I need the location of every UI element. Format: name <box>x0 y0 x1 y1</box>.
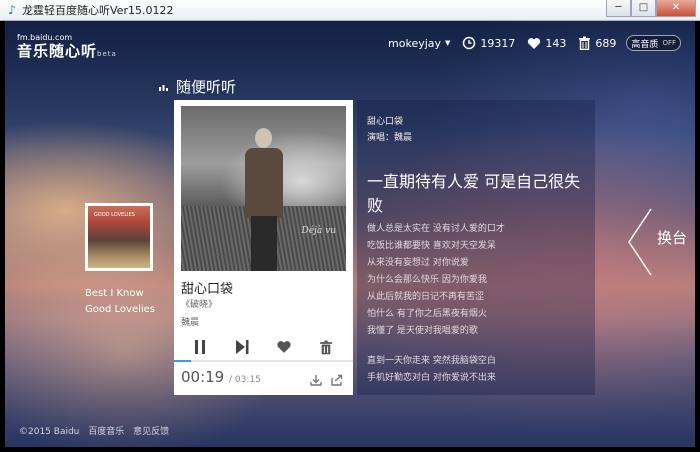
previous-song-artist: Good Lovelies <box>85 304 156 315</box>
window-titlebar: ♪ 龙霆轻百度随心听Ver15.0122 ─ □ ✕ <box>0 0 700 21</box>
logo-beta: beta <box>97 50 117 58</box>
card-actions <box>301 371 343 390</box>
footer-link-feedback[interactable]: 意见反馈 <box>133 427 169 437</box>
minimize-button[interactable]: ─ <box>606 0 631 17</box>
album-link[interactable]: 《破晓》 <box>181 297 217 310</box>
user-toolbar: mokeyjay ▼ 19317 143 689 高音质 OFF <box>376 35 681 51</box>
window-title: 龙霆轻百度随心听Ver15.0122 <box>22 4 174 17</box>
like-button[interactable] <box>274 337 294 357</box>
lyrics-line: 我懂了 是天使对我唱爱的歌 <box>367 326 478 336</box>
copyright: ©2015 Baidu <box>19 427 80 437</box>
username-menu[interactable]: mokeyjay ▼ <box>388 37 450 50</box>
listened-count: 19317 <box>480 36 516 50</box>
quality-label: 高音质 <box>631 39 659 50</box>
trash-icon <box>579 36 591 50</box>
download-button[interactable] <box>310 371 322 390</box>
lyrics-current-line: 一直期待有人爱 可是自己很失败 <box>367 172 581 215</box>
lyrics-meta: 甜心口袋 演唱：魏晨 <box>367 114 412 146</box>
window-buttons: ─ □ ✕ <box>606 0 696 19</box>
lyrics-line: 从来没有妄想过 对你说爱 <box>367 258 469 268</box>
quality-state: OFF <box>662 39 676 47</box>
song-title: 甜心口袋 <box>181 282 234 297</box>
artist-link[interactable]: 魏晨 <box>181 315 199 328</box>
lyrics-line: 吃饭比谁都要快 喜欢对天空发呆 <box>367 241 496 251</box>
logo-name: 音乐随心听 <box>17 42 98 60</box>
previous-song-cover[interactable]: GOOD LOVELIES <box>85 203 153 271</box>
previous-song-title: Best I Know <box>85 288 144 299</box>
next-channel-label: 换台 <box>657 229 688 247</box>
lyrics-singer: 演唱：魏晨 <box>367 133 413 143</box>
history-counter[interactable]: 19317 <box>462 36 515 50</box>
previous-cover-text: GOOD LOVELIES <box>94 212 135 218</box>
quality-toggle[interactable]: 高音质 OFF <box>626 35 681 51</box>
logo[interactable]: fm.baidu.com 音乐随心听beta <box>17 33 117 62</box>
lyrics-line: 为什么会那么快乐 因为你爱我 <box>367 275 487 285</box>
download-icon <box>310 375 322 386</box>
lyrics-line: 做人总是太实在 没有讨人爱的口才 <box>367 224 505 234</box>
liked-counter[interactable]: 143 <box>527 37 566 50</box>
time-display: 00:19 / 03:15 <box>181 368 261 386</box>
history-icon <box>463 36 476 50</box>
elapsed-time: 00:19 <box>181 368 225 386</box>
previous-album-art: GOOD LOVELIES <box>88 206 150 268</box>
username: mokeyjay <box>388 36 442 50</box>
trash-icon <box>320 340 332 354</box>
lyrics-line: 手机好勤恋对白 对你爱说不出来 <box>367 373 496 383</box>
channel-title: 随便听听 <box>159 76 236 97</box>
lyrics-line: 从此后就我的日记不再有苦涩 <box>367 292 485 302</box>
trash-counter[interactable]: 689 <box>578 36 616 50</box>
chevron-left-icon <box>628 208 652 276</box>
lyrics-song-title: 甜心口袋 <box>367 117 404 127</box>
bars-icon <box>159 84 168 91</box>
player-card: Déjà vu 甜心口袋 《破晓》 魏晨 00:19 / 03:15 <box>174 100 353 395</box>
dropdown-arrow-icon: ▼ <box>445 39 451 47</box>
previous-song-info: Best I Know Good Lovelies <box>85 286 155 318</box>
cover-signature: Déjà vu <box>301 226 336 236</box>
progress-fill <box>174 360 192 362</box>
player-controls <box>174 334 353 360</box>
progress-bar[interactable] <box>174 360 353 362</box>
heart-icon <box>277 341 291 353</box>
heart-icon <box>528 37 541 49</box>
pause-icon <box>195 340 205 354</box>
lyrics-panel: 甜心口袋 演唱：魏晨 一直期待有人爱 可是自己很失败 做人总是太实在 没有讨人爱… <box>357 100 595 395</box>
cover-figure <box>243 128 285 271</box>
app-area: fm.baidu.com 音乐随心听beta mokeyjay ▼ 19317 … <box>5 21 695 447</box>
app-music-icon: ♪ <box>8 3 16 17</box>
pause-button[interactable] <box>190 337 210 357</box>
close-button[interactable]: ✕ <box>656 0 696 17</box>
lyrics-line: 直到一天你走来 突然我脑袋空白 <box>367 356 496 366</box>
liked-count: 143 <box>545 36 567 50</box>
lyrics-lines: 做人总是太实在 没有讨人爱的口才 吃饭比谁都要快 喜欢对天空发呆 从来没有妄想过… <box>367 221 505 387</box>
next-channel-button[interactable]: 换台 <box>627 207 695 277</box>
next-button[interactable] <box>232 337 252 357</box>
next-icon <box>236 340 249 354</box>
share-button[interactable] <box>331 371 343 390</box>
total-time: / 03:15 <box>229 375 261 385</box>
channel-name: 随便听听 <box>176 78 237 96</box>
lyrics-line: 怕什么 有了你之后黑夜有烟火 <box>367 309 487 319</box>
maximize-button[interactable]: □ <box>631 0 656 17</box>
album-cover: Déjà vu <box>181 106 346 271</box>
trash-count: 689 <box>595 36 617 50</box>
footer: ©2015 Baidu 百度音乐 意见反馈 <box>19 424 175 437</box>
footer-link-baidu-music[interactable]: 百度音乐 <box>88 427 124 437</box>
trash-button[interactable] <box>316 337 336 357</box>
share-icon <box>331 374 343 386</box>
